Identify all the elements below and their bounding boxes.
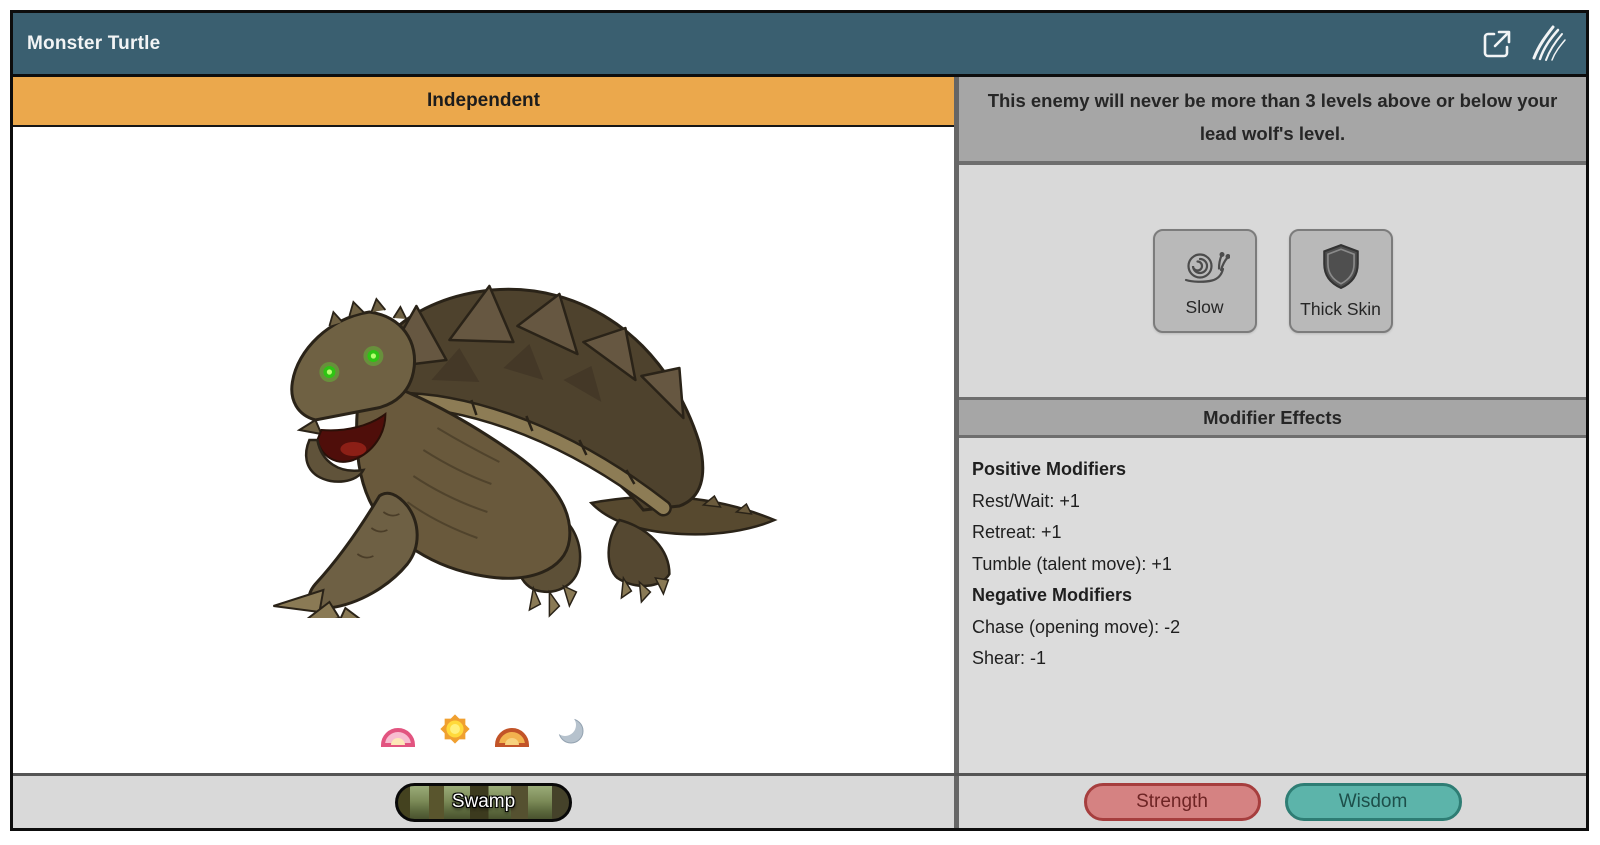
title-bar: Monster Turtle bbox=[13, 13, 1586, 77]
sunset-icon bbox=[490, 711, 534, 747]
negative-modifiers-heading: Negative Modifiers bbox=[972, 580, 1572, 612]
snail-icon bbox=[1180, 245, 1230, 292]
ability-thick-skin-button[interactable]: Thick Skin bbox=[1289, 229, 1393, 333]
abilities-section: Slow Thick Skin bbox=[959, 165, 1586, 397]
positive-modifiers-heading: Positive Modifiers bbox=[972, 454, 1572, 486]
modifier-effects-title: Modifier Effects bbox=[1203, 407, 1342, 429]
shield-icon bbox=[1320, 243, 1362, 294]
modifier-list: Positive Modifiers Rest/Wait: +1 Retreat… bbox=[959, 438, 1586, 773]
external-link-icon[interactable] bbox=[1478, 25, 1516, 63]
enemy-info-window: Monster Turtle bbox=[10, 10, 1589, 831]
right-panel: This enemy will never be more than 3 lev… bbox=[959, 77, 1586, 773]
ability-slow-label: Slow bbox=[1186, 297, 1224, 318]
time-of-day-row bbox=[13, 711, 954, 747]
ability-slow-button[interactable]: Slow bbox=[1153, 229, 1257, 333]
level-note-text: This enemy will never be more than 3 lev… bbox=[973, 84, 1572, 150]
strength-label: Strength bbox=[1136, 791, 1208, 813]
moon-icon bbox=[547, 711, 591, 747]
sunrise-icon bbox=[376, 711, 420, 747]
title-bar-icons bbox=[1478, 25, 1568, 63]
footer-bar: Swamp Strength Wisdom bbox=[13, 773, 1586, 828]
sun-icon bbox=[433, 711, 477, 747]
location-swamp-label: Swamp bbox=[452, 791, 515, 813]
monster-turtle-page: Monster Turtle bbox=[0, 0, 1600, 845]
monster-turtle-illustration bbox=[211, 268, 791, 618]
wisdom-button[interactable]: Wisdom bbox=[1285, 783, 1462, 821]
footer-right: Strength Wisdom bbox=[959, 776, 1586, 828]
modifier-item: Shear: -1 bbox=[972, 643, 1572, 675]
left-panel: Independent bbox=[13, 77, 954, 773]
independent-banner: Independent bbox=[13, 77, 954, 127]
footer-left: Swamp bbox=[13, 776, 954, 828]
modifier-item: Chase (opening move): -2 bbox=[972, 612, 1572, 644]
level-note-banner: This enemy will never be more than 3 lev… bbox=[959, 77, 1586, 165]
ability-thick-skin-label: Thick Skin bbox=[1300, 299, 1381, 320]
independent-label: Independent bbox=[427, 90, 540, 112]
page-title: Monster Turtle bbox=[27, 33, 160, 55]
modifier-item: Tumble (talent move): +1 bbox=[972, 549, 1572, 581]
creature-image-area bbox=[13, 127, 954, 773]
location-swamp-button[interactable]: Swamp bbox=[395, 783, 572, 822]
wisdom-label: Wisdom bbox=[1339, 791, 1408, 813]
modifier-item: Rest/Wait: +1 bbox=[972, 486, 1572, 518]
claw-marks-icon[interactable] bbox=[1530, 25, 1568, 63]
strength-button[interactable]: Strength bbox=[1084, 783, 1261, 821]
modifier-item: Retreat: +1 bbox=[972, 517, 1572, 549]
modifier-effects-banner: Modifier Effects bbox=[959, 397, 1586, 438]
main-content: Independent bbox=[13, 77, 1586, 773]
